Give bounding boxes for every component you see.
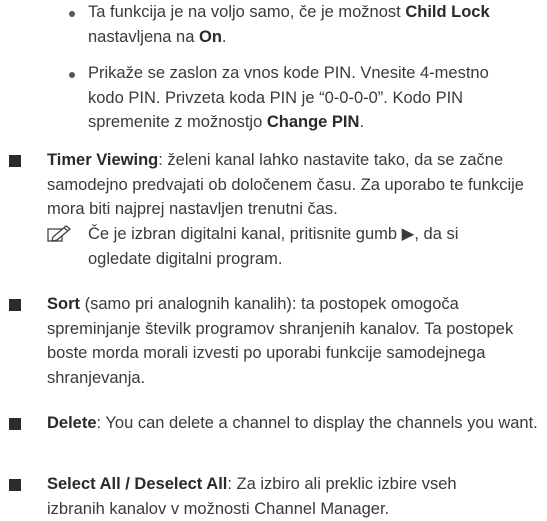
bullet-dot — [69, 11, 75, 17]
item-sort: Sort (samo pri analognih kanalih): ta po… — [47, 295, 514, 387]
term-sort: Sort — [47, 295, 80, 313]
item-select-all: Select All / Deselect All: Za izbiro ali… — [47, 475, 457, 518]
term-timer-viewing: Timer Viewing — [47, 151, 159, 169]
item-delete: Delete: You can delete a channel to disp… — [47, 414, 538, 432]
section-marker — [9, 299, 21, 311]
bullet-child-lock: Ta funkcija je na voljo samo, če je možn… — [88, 3, 490, 46]
section-marker — [9, 418, 21, 430]
term-delete: Delete — [47, 414, 97, 432]
note-pencil-icon — [47, 225, 72, 242]
keyword-child-lock: Child Lock — [405, 3, 490, 21]
section-marker — [9, 155, 21, 167]
section-marker — [9, 479, 21, 491]
item-timer-viewing: Timer Viewing: želeni kanal lahko nastav… — [47, 151, 524, 218]
note-digital-channel: Če je izbran digitalni kanal, pritisnite… — [88, 225, 459, 268]
bullet-pin: Prikaže se zaslon za vnos kode PIN. Vnes… — [88, 64, 489, 131]
manual-page: Ta funkcija je na voljo samo, če je možn… — [0, 0, 547, 519]
keyword-on: On — [199, 27, 222, 46]
bullet-dot — [69, 72, 75, 78]
keyword-change-pin: Change PIN — [266, 113, 360, 131]
term-select-all: Select All / Deselect All — [47, 475, 228, 493]
